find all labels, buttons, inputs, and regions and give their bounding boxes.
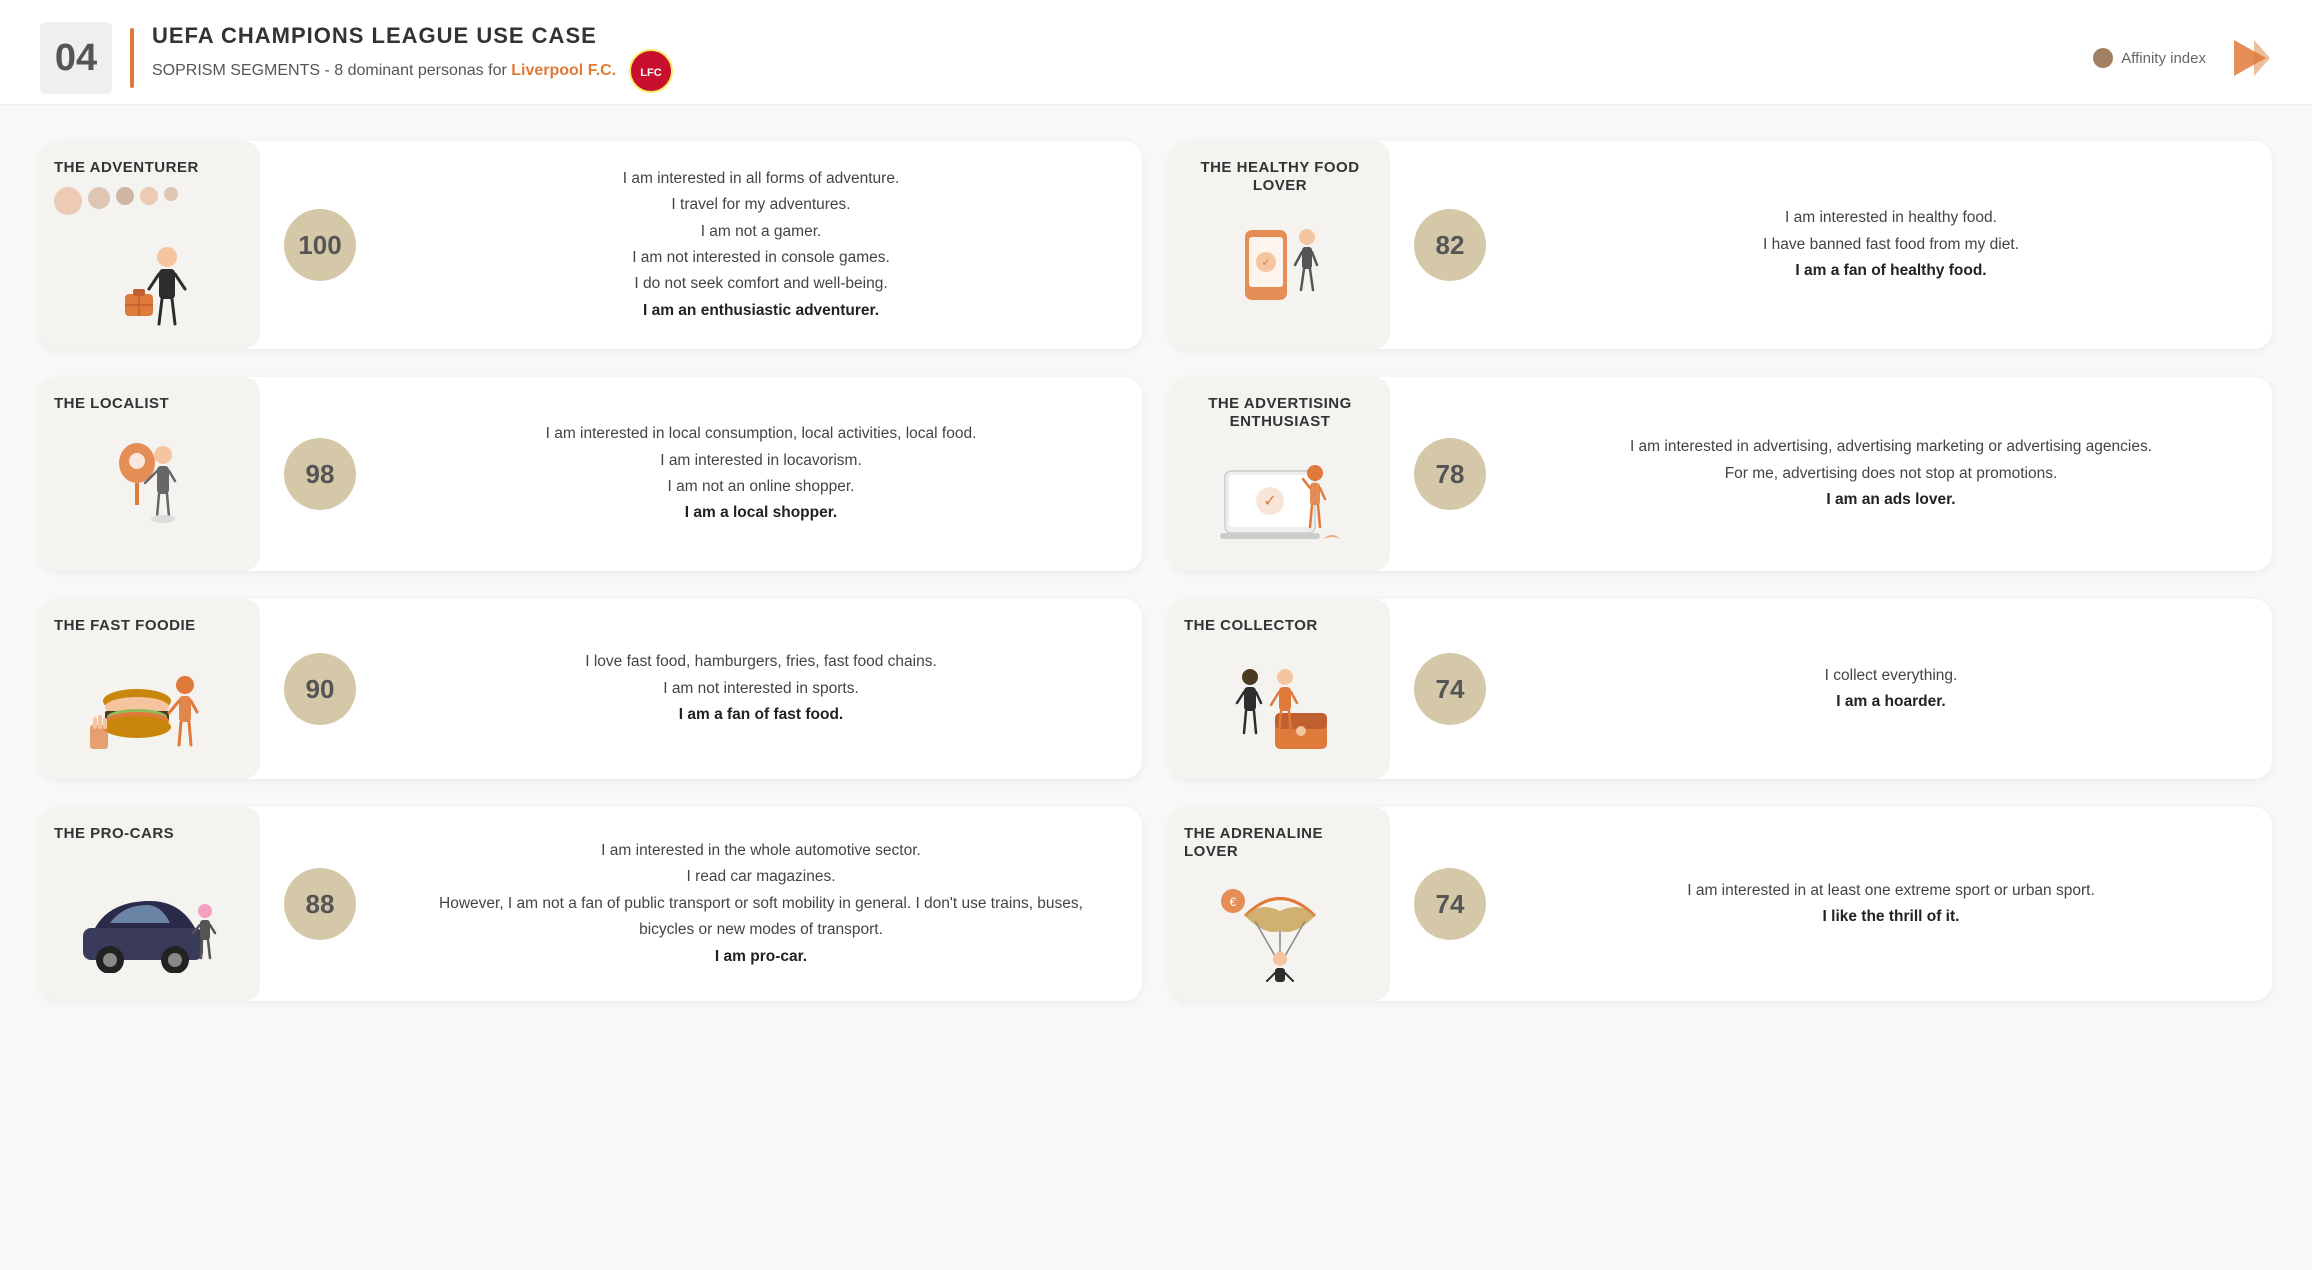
- desc-adventurer: I am interested in all forms of adventur…: [380, 142, 1142, 348]
- desc-fast-foodie: I love fast food, hamburgers, fries, fas…: [380, 625, 1142, 752]
- illustration-healthy-food: THE HEALTHY FOOD LOVER ✓: [1170, 141, 1390, 349]
- highlight-adventurer: I am an enthusiastic adventurer.: [643, 302, 879, 319]
- card-advertising: THE ADVERTISING ENTHUSIAST ✓: [1170, 377, 2272, 571]
- card-pro-cars: THE PRO-CARS: [40, 807, 1142, 1001]
- name-advertising: THE ADVERTISING ENTHUSIAST: [1184, 395, 1376, 431]
- card-adventurer: THE ADVENTURER: [40, 141, 1142, 349]
- illus-adventurer: [54, 219, 246, 339]
- highlight-adrenaline: I like the thrill of it.: [1823, 908, 1960, 925]
- header-title: UEFA CHAMPIONS LEAGUE USE CASE SOPRISM S…: [152, 23, 673, 93]
- desc-advertising: I am interested in advertising, advertis…: [1510, 410, 2272, 537]
- svg-text:€: €: [1230, 895, 1237, 909]
- illus-collector: [1184, 645, 1376, 765]
- desc-adrenaline: I am interested in at least one extreme …: [1510, 854, 2272, 955]
- name-localist: THE LOCALIST: [54, 395, 169, 413]
- illustration-fast-foodie: THE FAST FOODIE: [40, 599, 260, 779]
- illustration-localist: THE LOCALIST: [40, 377, 260, 571]
- club-name: Liverpool F.C.: [511, 62, 616, 79]
- name-adventurer: THE ADVENTURER: [54, 159, 199, 177]
- name-pro-cars: THE PRO-CARS: [54, 825, 174, 843]
- card-collector: THE COLLECTOR: [1170, 599, 2272, 779]
- highlight-fast-foodie: I am a fan of fast food.: [679, 706, 843, 723]
- illustration-pro-cars: THE PRO-CARS: [40, 807, 260, 1001]
- personas-grid: THE ADVENTURER: [0, 105, 2312, 1037]
- card-healthy-food: THE HEALTHY FOOD LOVER ✓: [1170, 141, 2272, 349]
- name-fast-foodie: THE FAST FOODIE: [54, 617, 196, 635]
- desc-pro-cars: I am interested in the whole automotive …: [380, 814, 1142, 994]
- highlight-pro-cars: I am pro-car.: [715, 948, 807, 965]
- desc-localist: I am interested in local consumption, lo…: [380, 397, 1142, 550]
- score-pro-cars: 88: [284, 868, 356, 940]
- highlight-healthy-food: I am a fan of healthy food.: [1795, 262, 1986, 279]
- svg-text:✓: ✓: [1263, 493, 1276, 510]
- header-right: Affinity index: [2093, 34, 2272, 82]
- score-localist: 98: [284, 438, 356, 510]
- highlight-localist: I am a local shopper.: [685, 504, 837, 521]
- affinity-index-label: Affinity index: [2093, 48, 2206, 68]
- score-adrenaline: 74: [1414, 868, 1486, 940]
- illus-advertising: ✓: [1184, 441, 1376, 561]
- affinity-dot: [2093, 48, 2113, 68]
- name-adrenaline: THE ADRENALINE LOVER: [1184, 825, 1376, 861]
- highlight-advertising: I am an ads lover.: [1826, 491, 1955, 508]
- illus-pro-cars: [54, 853, 246, 973]
- card-fast-foodie: THE FAST FOODIE: [40, 599, 1142, 779]
- score-collector: 74: [1414, 653, 1486, 725]
- play-button[interactable]: [2224, 34, 2272, 82]
- illus-fast-foodie: [54, 645, 246, 765]
- desc-collector: I collect everything. I am a hoarder.: [1510, 639, 2272, 740]
- illus-localist: [54, 423, 246, 543]
- svg-text:LFC: LFC: [640, 67, 661, 79]
- score-adventurer: 100: [284, 209, 356, 281]
- card-localist: THE LOCALIST 98: [40, 377, 1142, 571]
- header-left: 04 UEFA CHAMPIONS LEAGUE USE CASE SOPRIS…: [40, 22, 673, 94]
- lfc-badge: LFC: [629, 49, 673, 93]
- name-collector: THE COLLECTOR: [1184, 617, 1318, 635]
- desc-healthy-food: I am interested in healthy food. I have …: [1510, 181, 2272, 308]
- illus-healthy-food: ✓: [1184, 205, 1376, 325]
- illustration-advertising: THE ADVERTISING ENTHUSIAST ✓: [1170, 377, 1390, 571]
- score-fast-foodie: 90: [284, 653, 356, 725]
- svg-text:✓: ✓: [1261, 257, 1270, 269]
- highlight-collector: I am a hoarder.: [1836, 693, 1945, 710]
- illustration-adrenaline: THE ADRENALINE LOVER: [1170, 807, 1390, 1001]
- score-healthy-food: 82: [1414, 209, 1486, 281]
- illustration-collector: THE COLLECTOR: [1170, 599, 1390, 779]
- header-divider: [130, 28, 134, 88]
- illustration-adventurer: THE ADVENTURER: [40, 141, 260, 349]
- page-number: 04: [40, 22, 112, 94]
- deco-circles: [54, 187, 178, 215]
- header: 04 UEFA CHAMPIONS LEAGUE USE CASE SOPRIS…: [0, 0, 2312, 105]
- subtitle: SOPRISM SEGMENTS - 8 dominant personas f…: [152, 49, 673, 93]
- score-advertising: 78: [1414, 438, 1486, 510]
- illus-adrenaline: €: [1184, 871, 1376, 991]
- name-healthy-food: THE HEALTHY FOOD LOVER: [1184, 159, 1376, 195]
- card-adrenaline: THE ADRENALINE LOVER: [1170, 807, 2272, 1001]
- title: UEFA CHAMPIONS LEAGUE USE CASE: [152, 23, 673, 49]
